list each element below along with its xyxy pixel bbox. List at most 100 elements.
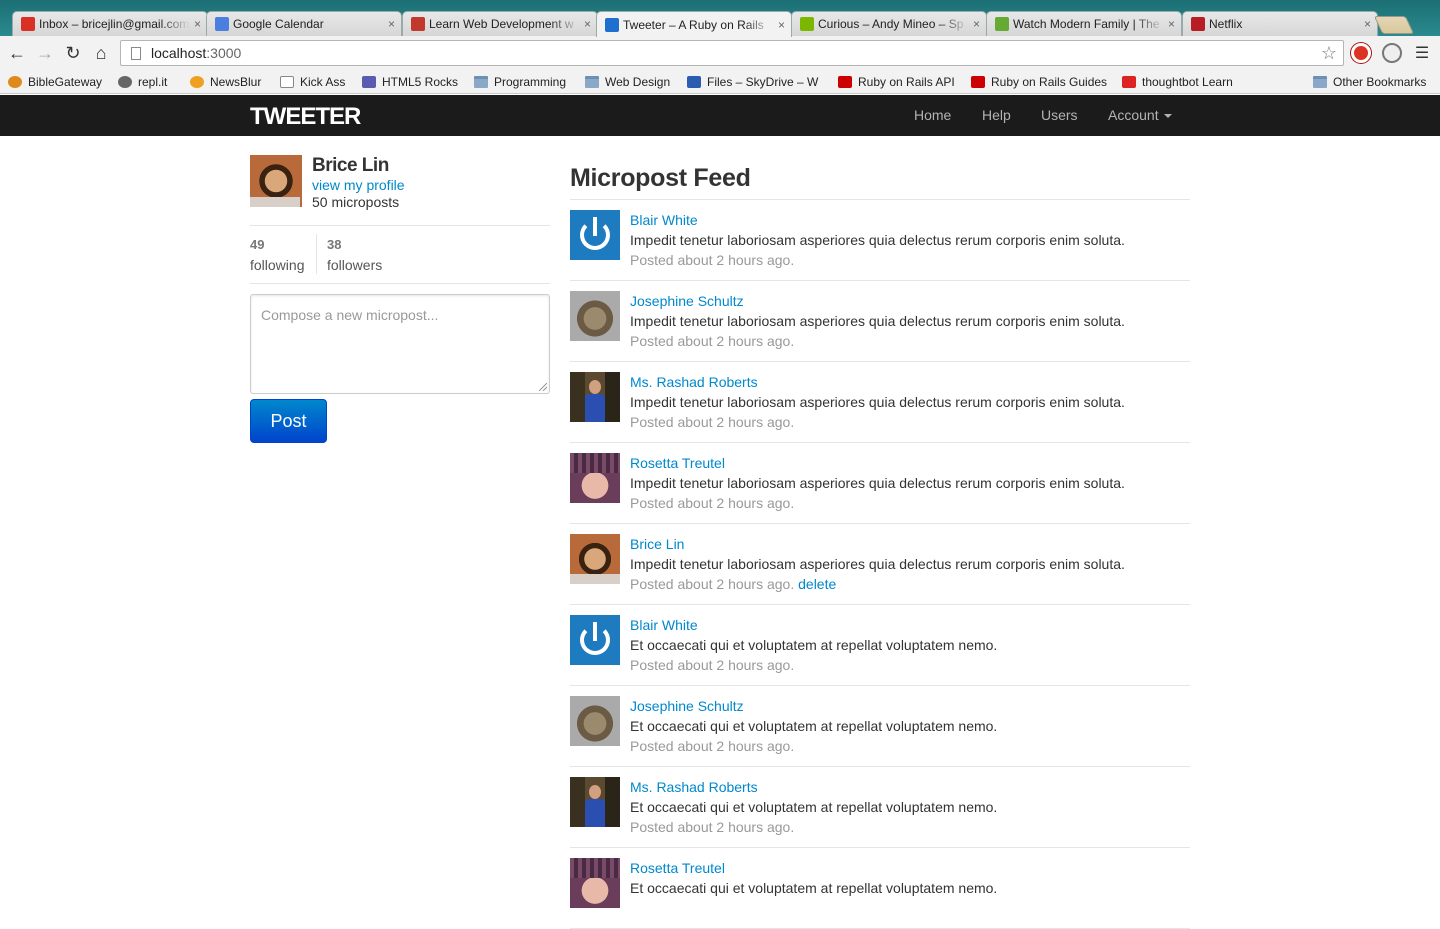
bookmark-item[interactable]: Kick Ass	[280, 73, 345, 91]
micropost-content: Et occaecati qui et voluptatem at repell…	[630, 880, 998, 896]
micropost-content: Impedit tenetur laboriosam asperiores qu…	[630, 313, 1125, 329]
gmail-icon	[21, 17, 35, 31]
micropost-timestamp: Posted about 2 hours ago.	[630, 252, 794, 268]
browser-tab[interactable]: Curious – Andy Mineo – Sp ×	[791, 11, 987, 36]
bookmark-label: repl.it	[138, 75, 168, 89]
skydrive-icon	[687, 76, 701, 88]
home-icon[interactable]: ⌂	[90, 42, 112, 64]
resize-grip-icon[interactable]	[539, 383, 547, 391]
poster-avatar[interactable]	[570, 615, 620, 665]
micropost-timestamp: Posted about 2 hours ago.	[630, 414, 794, 430]
nav-help-link[interactable]: Help	[982, 107, 1011, 123]
thoughtbot-icon	[1122, 76, 1136, 88]
timestamp-text: Posted about 2 hours ago.	[630, 738, 795, 754]
rails-icon	[971, 76, 985, 88]
poster-name-link[interactable]: Blair White	[630, 212, 698, 228]
poster-name-link[interactable]: Josephine Schultz	[630, 698, 744, 714]
delete-micropost-link[interactable]: delete	[798, 576, 836, 592]
close-tab-icon[interactable]: ×	[1168, 17, 1175, 31]
poster-avatar[interactable]	[570, 534, 620, 584]
poster-name-link[interactable]: Rosetta Treutel	[630, 860, 725, 876]
close-tab-icon[interactable]: ×	[778, 18, 785, 32]
bookmark-item[interactable]: thoughtbot Learn	[1122, 73, 1233, 91]
folder-icon	[474, 76, 488, 88]
micropost-content: Et occaecati qui et voluptatem at repell…	[630, 718, 998, 734]
poster-name-link[interactable]: Blair White	[630, 617, 698, 633]
close-tab-icon[interactable]: ×	[1364, 17, 1371, 31]
bookmark-item[interactable]: HTML5 Rocks	[362, 73, 458, 91]
micropost-timestamp: Posted about 2 hours ago.	[630, 657, 794, 673]
close-tab-icon[interactable]: ×	[194, 17, 201, 31]
poster-name-link[interactable]: Josephine Schultz	[630, 293, 744, 309]
poster-avatar[interactable]	[570, 696, 620, 746]
micropost-content: Et occaecati qui et voluptatem at repell…	[630, 637, 998, 653]
poster-avatar[interactable]	[570, 291, 620, 341]
close-tab-icon[interactable]: ×	[584, 17, 591, 31]
compose-placeholder: Compose a new micropost...	[261, 307, 439, 323]
bookmark-item[interactable]: Programming	[474, 73, 566, 91]
bookmark-item[interactable]: repl.it	[118, 73, 167, 91]
adblock-icon[interactable]	[1351, 43, 1371, 63]
hulu-icon	[995, 17, 1009, 31]
browser-tab[interactable]: Google Calendar ×	[206, 11, 402, 36]
bookmark-item[interactable]: Web Design	[585, 73, 670, 91]
browser-tab[interactable]: Netflix ×	[1182, 11, 1378, 36]
browser-tab[interactable]: Inbox – bricejlin@gmail.com ×	[12, 11, 208, 36]
micropost-content: Impedit tenetur laboriosam asperiores qu…	[630, 394, 1125, 410]
poster-avatar[interactable]	[570, 858, 620, 908]
bookmark-item[interactable]: Files – SkyDrive – W	[687, 73, 818, 91]
poster-avatar[interactable]	[570, 210, 620, 260]
browser-tab[interactable]: Learn Web Development w ×	[402, 11, 598, 36]
reload-icon[interactable]: ↻	[62, 42, 84, 64]
view-profile-link[interactable]: view my profile	[312, 177, 405, 193]
bootstrap-icon	[605, 17, 619, 32]
bookmark-item[interactable]: Ruby on Rails API	[838, 73, 955, 91]
post-button[interactable]: Post	[250, 399, 327, 443]
forward-arrow-icon[interactable]: →	[34, 42, 56, 64]
back-arrow-icon[interactable]: ←	[6, 42, 28, 64]
browser-tab[interactable]: Tweeter – A Ruby on Rails ×	[596, 11, 792, 37]
feed-item: Ms. Rashad Roberts Impedit tenetur labori…	[570, 362, 1190, 443]
tab-title: Tweeter – A Ruby on Rails	[623, 17, 764, 32]
user-avatar[interactable]	[250, 155, 302, 207]
page-icon	[131, 46, 141, 60]
extension-icon[interactable]	[1382, 43, 1402, 63]
browser-tab[interactable]: Watch Modern Family | The ×	[986, 11, 1182, 36]
bookmark-label: Files – SkyDrive – W	[707, 75, 819, 89]
bookmarks-bar: BibleGateway repl.it NewsBlur Kick Ass HTML5…	[0, 70, 1440, 94]
bookmark-item[interactable]: Ruby on Rails Guides	[971, 73, 1107, 91]
compose-micropost-textarea[interactable]: Compose a new micropost...	[250, 294, 550, 394]
micropost-timestamp: Posted about 2 hours ago.	[630, 819, 794, 835]
micropost-content: Et occaecati qui et voluptatem at repell…	[630, 799, 998, 815]
micropost-timestamp: Posted about 2 hours ago.	[630, 495, 794, 511]
close-tab-icon[interactable]: ×	[973, 17, 980, 31]
close-tab-icon[interactable]: ×	[388, 17, 395, 31]
tab-title: Watch Modern Family | The	[1013, 17, 1160, 31]
rails-icon	[838, 76, 852, 88]
nav-users-link[interactable]: Users	[1041, 107, 1078, 123]
poster-name-link[interactable]: Rosetta Treutel	[630, 455, 725, 471]
poster-name-link[interactable]: Brice Lin	[630, 536, 684, 552]
poster-avatar[interactable]	[570, 372, 620, 422]
micropost-content: Impedit tenetur laboriosam asperiores qu…	[630, 556, 1125, 572]
poster-name-link[interactable]: Ms. Rashad Roberts	[630, 374, 758, 390]
address-bar[interactable]: localhost:3000 ☆	[120, 40, 1344, 66]
menu-icon[interactable]: ☰	[1411, 42, 1433, 64]
page-icon	[280, 76, 294, 88]
poster-avatar[interactable]	[570, 453, 620, 503]
bookmark-star-icon[interactable]: ☆	[1321, 43, 1337, 64]
poster-name-link[interactable]: Ms. Rashad Roberts	[630, 779, 758, 795]
bookmark-item[interactable]: NewsBlur	[190, 73, 261, 91]
nav-account-dropdown[interactable]: Account	[1108, 107, 1172, 123]
feed-item: Blair White Impedit tenetur laboriosam as…	[570, 200, 1190, 281]
poster-avatar[interactable]	[570, 777, 620, 827]
microposts-count: 50 microposts	[312, 194, 400, 210]
followers-stat[interactable]: 38 followers	[327, 235, 382, 275]
followers-count: 38	[327, 237, 342, 252]
following-stat[interactable]: 49 following	[250, 235, 304, 275]
bookmark-item[interactable]: BibleGateway	[8, 73, 102, 91]
nav-home-link[interactable]: Home	[914, 107, 951, 123]
brand-logo[interactable]: TWEETER	[250, 103, 361, 131]
bookmark-item[interactable]: Other Bookmarks	[1313, 73, 1426, 91]
folder-icon	[1313, 76, 1327, 88]
